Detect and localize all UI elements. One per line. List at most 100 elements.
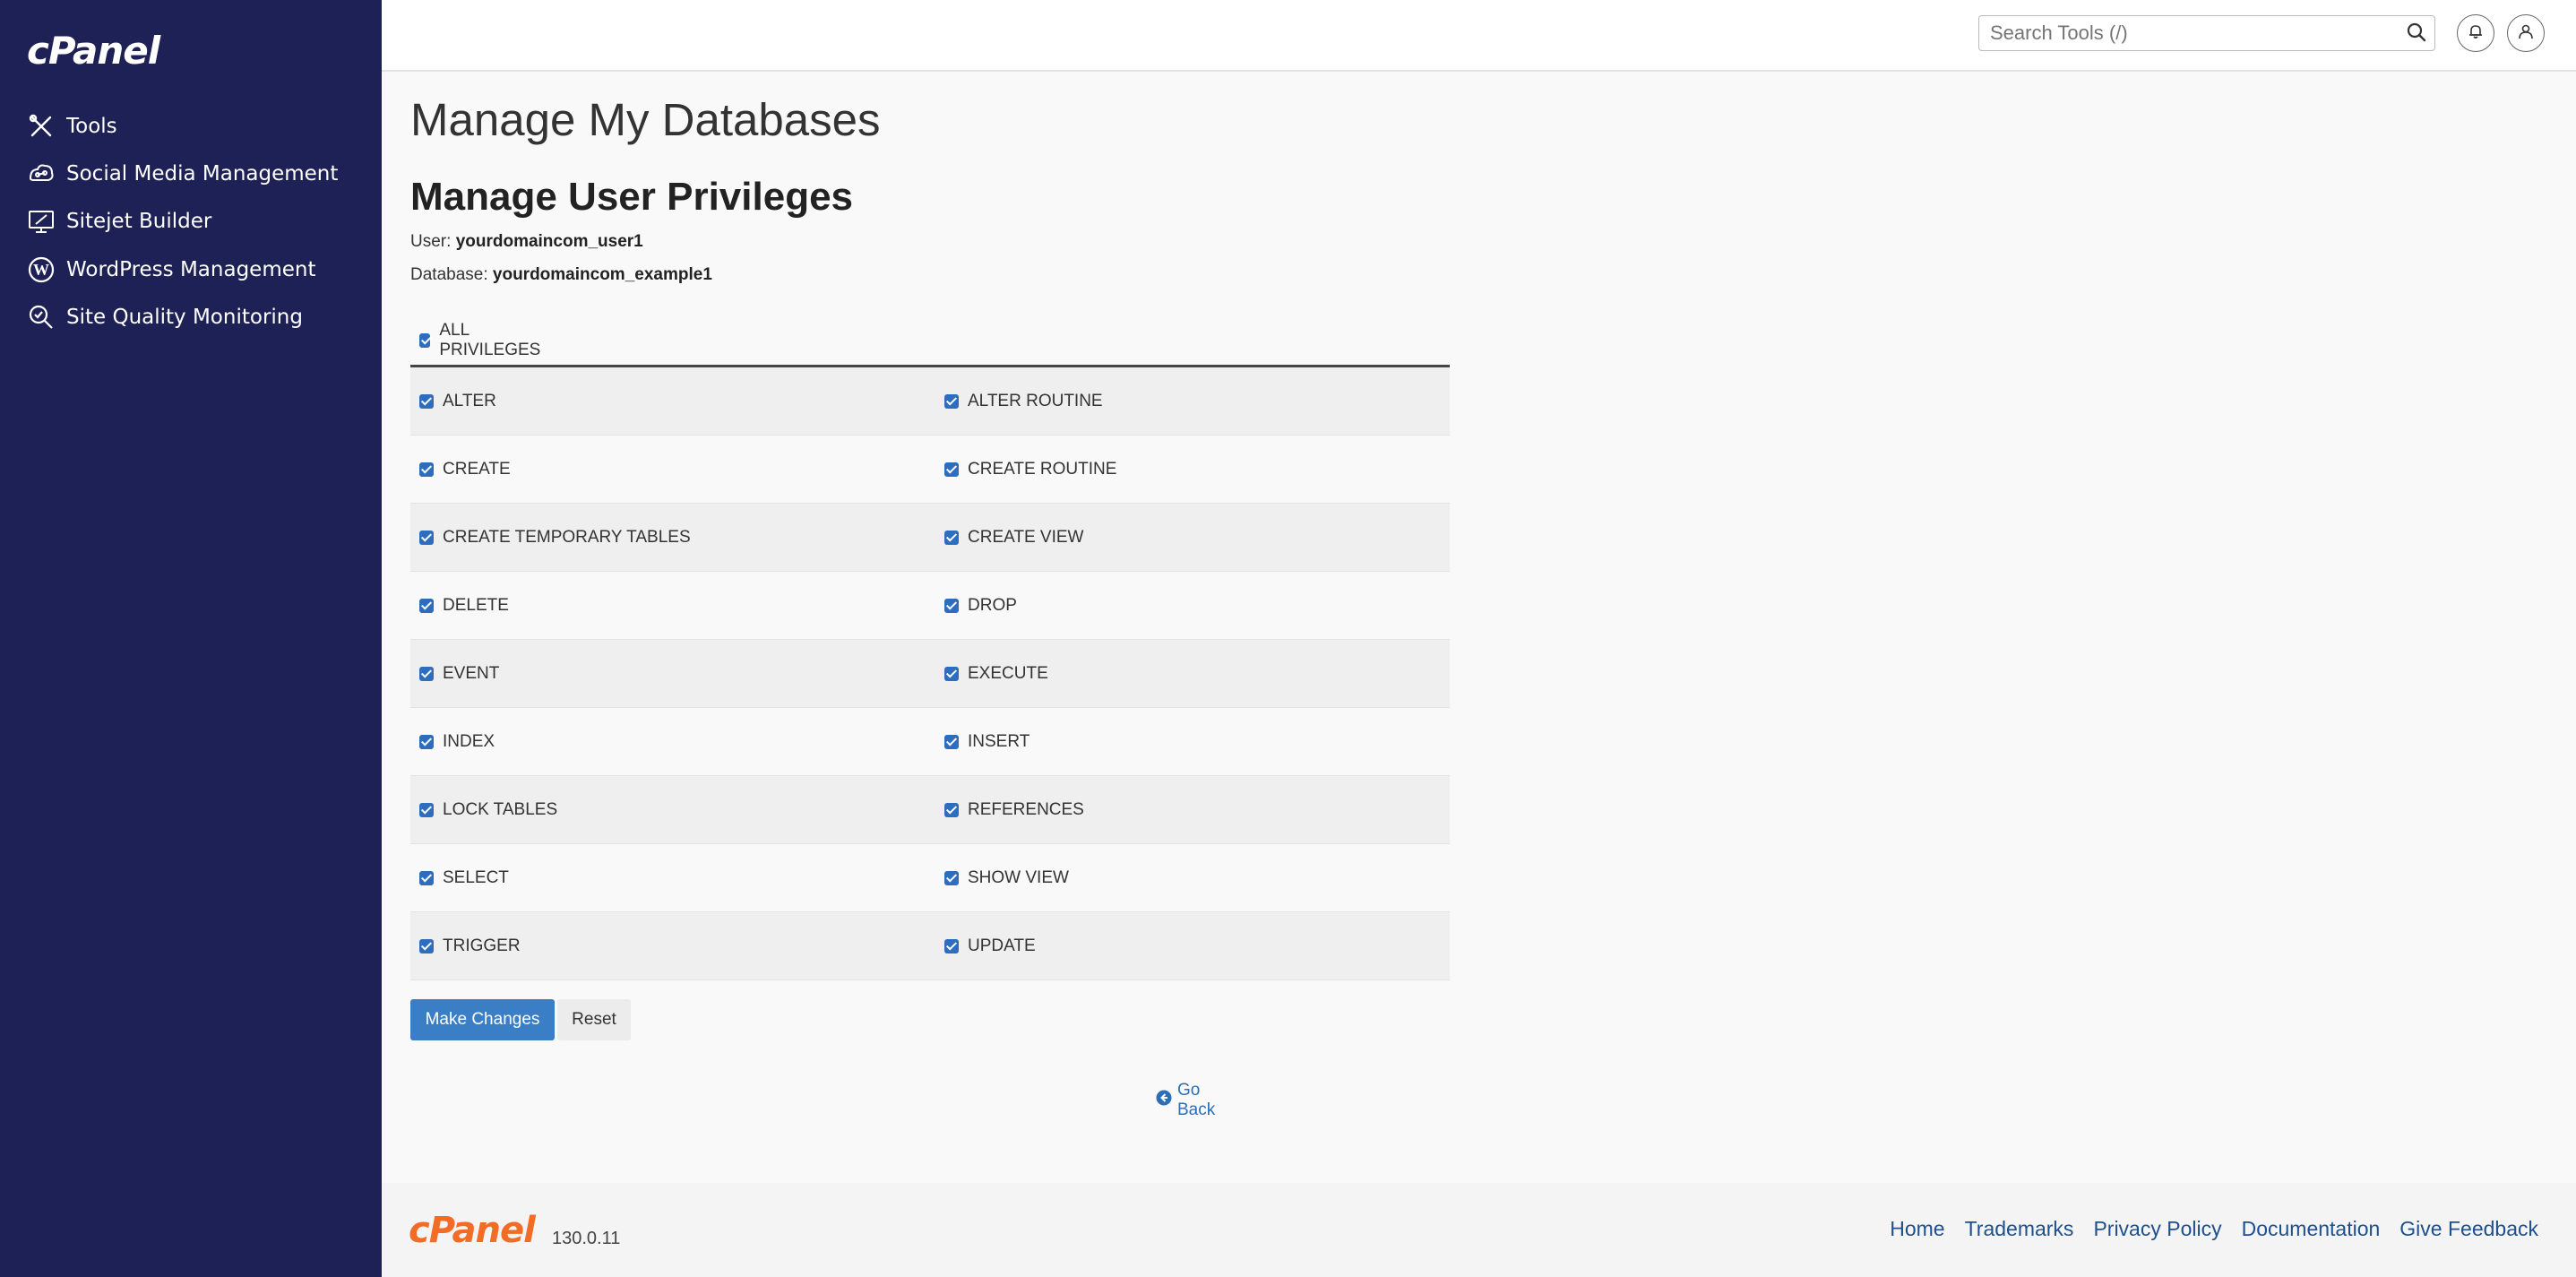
footer-links: Home Trademarks Privacy Policy Documenta… bbox=[1890, 1217, 2538, 1241]
privilege-lock-tables[interactable]: LOCK TABLES bbox=[410, 776, 930, 843]
database-info: Database: yourdomaincom_example1 bbox=[410, 265, 712, 285]
privilege-label: ALTER ROUTINE bbox=[968, 391, 1103, 410]
checkbox-checked[interactable] bbox=[419, 938, 434, 953]
privilege-label: EXECUTE bbox=[968, 663, 1048, 683]
privilege-row: DELETE DROP bbox=[410, 572, 1450, 640]
reset-button[interactable]: Reset bbox=[557, 999, 631, 1040]
privilege-create[interactable]: CREATE bbox=[410, 436, 930, 503]
all-privileges-checkbox[interactable]: ALL PRIVILEGES bbox=[419, 321, 544, 360]
privilege-index[interactable]: INDEX bbox=[410, 708, 930, 775]
sidebar-item-wordpress[interactable]: W WordPress Management bbox=[25, 250, 315, 289]
footer-cpanel-logo[interactable]: cPanel bbox=[409, 1210, 536, 1251]
privilege-row: INDEX INSERT bbox=[410, 708, 1450, 776]
privilege-alter[interactable]: ALTER bbox=[410, 367, 930, 435]
checkbox-checked[interactable] bbox=[944, 938, 959, 953]
privilege-update[interactable]: UPDATE bbox=[930, 912, 1450, 979]
privilege-event[interactable]: EVENT bbox=[410, 640, 930, 707]
footer-link-give-feedback[interactable]: Give Feedback bbox=[2399, 1217, 2538, 1241]
checkbox-checked[interactable] bbox=[419, 598, 434, 613]
search-input[interactable] bbox=[1988, 16, 2386, 50]
checkbox-checked[interactable] bbox=[944, 666, 959, 681]
sidebar: cPanel Tools Social Media Management Sit… bbox=[0, 0, 382, 1277]
cpanel-logo[interactable]: cPanel bbox=[27, 29, 160, 73]
privilege-label: CREATE VIEW bbox=[968, 527, 1084, 547]
sidebar-item-label: Tools bbox=[66, 115, 117, 138]
privilege-label: LOCK TABLES bbox=[443, 799, 558, 819]
privilege-label: CREATE TEMPORARY TABLES bbox=[443, 527, 691, 547]
privilege-row: CREATE CREATE ROUTINE bbox=[410, 436, 1450, 504]
privilege-execute[interactable]: EXECUTE bbox=[930, 640, 1450, 707]
sidebar-item-sitejet[interactable]: Sitejet Builder bbox=[25, 202, 211, 241]
checkbox-checked[interactable] bbox=[419, 393, 434, 409]
privilege-label: ALTER bbox=[443, 391, 496, 410]
privilege-insert[interactable]: INSERT bbox=[930, 708, 1450, 775]
checkbox-checked[interactable] bbox=[944, 530, 959, 545]
database-label: Database: bbox=[410, 265, 488, 284]
svg-text:W: W bbox=[33, 261, 49, 279]
checkbox-checked[interactable] bbox=[419, 530, 434, 545]
social-media-icon bbox=[25, 158, 57, 190]
footer-link-privacy-policy[interactable]: Privacy Policy bbox=[2093, 1217, 2221, 1241]
checkbox-checked[interactable] bbox=[419, 462, 434, 477]
privilege-trigger[interactable]: TRIGGER bbox=[410, 912, 930, 979]
privilege-create-view[interactable]: CREATE VIEW bbox=[930, 504, 1450, 571]
go-back-link[interactable]: Go Back bbox=[1156, 1081, 1215, 1120]
privilege-create-routine[interactable]: CREATE ROUTINE bbox=[930, 436, 1450, 503]
checkbox-checked[interactable] bbox=[419, 333, 431, 348]
privilege-label: INSERT bbox=[968, 731, 1030, 751]
checkbox-checked[interactable] bbox=[419, 802, 434, 817]
checkbox-checked[interactable] bbox=[944, 734, 959, 749]
footer-link-documentation[interactable]: Documentation bbox=[2242, 1217, 2381, 1241]
footer-link-home[interactable]: Home bbox=[1890, 1217, 1944, 1241]
privilege-alter-routine[interactable]: ALTER ROUTINE bbox=[930, 367, 1450, 435]
all-privileges-label: ALL PRIVILEGES bbox=[439, 321, 541, 359]
sidebar-item-label: Social Media Management bbox=[66, 162, 339, 186]
privilege-row: SELECT SHOW VIEW bbox=[410, 844, 1450, 912]
sitejet-icon bbox=[25, 205, 57, 237]
sidebar-item-label: Sitejet Builder bbox=[66, 210, 212, 233]
privilege-show-view[interactable]: SHOW VIEW bbox=[930, 844, 1450, 911]
section-title: Manage User Privileges bbox=[410, 175, 854, 219]
privilege-label: INDEX bbox=[443, 731, 495, 751]
search-box[interactable] bbox=[1978, 15, 2435, 51]
checkbox-checked[interactable] bbox=[419, 666, 434, 681]
user-icon bbox=[2517, 22, 2535, 45]
user-menu-button[interactable] bbox=[2507, 14, 2545, 52]
privilege-create-temporary-tables[interactable]: CREATE TEMPORARY TABLES bbox=[410, 504, 930, 571]
sidebar-item-label: WordPress Management bbox=[66, 258, 316, 281]
checkbox-checked[interactable] bbox=[944, 462, 959, 477]
site-quality-icon bbox=[25, 301, 57, 333]
arrow-left-circle-icon bbox=[1156, 1090, 1172, 1111]
user-label: User: bbox=[410, 232, 452, 251]
privilege-select[interactable]: SELECT bbox=[410, 844, 930, 911]
go-back-label: Go Back bbox=[1177, 1081, 1216, 1119]
checkbox-checked[interactable] bbox=[419, 870, 434, 885]
footer-link-trademarks[interactable]: Trademarks bbox=[1965, 1217, 2074, 1241]
sidebar-item-social-media[interactable]: Social Media Management bbox=[25, 154, 338, 194]
privilege-row: LOCK TABLES REFERENCES bbox=[410, 776, 1450, 844]
user-value: yourdomaincom_user1 bbox=[455, 232, 643, 251]
checkbox-checked[interactable] bbox=[944, 393, 959, 409]
sidebar-item-site-quality[interactable]: Site Quality Monitoring bbox=[25, 298, 303, 337]
page-title: Manage My Databases bbox=[410, 94, 881, 145]
privilege-drop[interactable]: DROP bbox=[930, 572, 1450, 639]
privilege-label: EVENT bbox=[443, 663, 500, 683]
footer: cPanel 130.0.11 Home Trademarks Privacy … bbox=[382, 1183, 2576, 1277]
sidebar-item-tools[interactable]: Tools bbox=[25, 107, 117, 146]
privilege-row: TRIGGER UPDATE bbox=[410, 912, 1450, 980]
privilege-row: CREATE TEMPORARY TABLES CREATE VIEW bbox=[410, 504, 1450, 572]
privilege-references[interactable]: REFERENCES bbox=[930, 776, 1450, 843]
notifications-button[interactable] bbox=[2457, 14, 2494, 52]
checkbox-checked[interactable] bbox=[419, 734, 434, 749]
privilege-label: CREATE ROUTINE bbox=[968, 459, 1117, 479]
privilege-label: SHOW VIEW bbox=[968, 867, 1069, 887]
tools-icon bbox=[25, 110, 57, 142]
checkbox-checked[interactable] bbox=[944, 802, 959, 817]
checkbox-checked[interactable] bbox=[944, 870, 959, 885]
search-icon[interactable] bbox=[2406, 22, 2427, 47]
make-changes-button[interactable]: Make Changes bbox=[410, 999, 555, 1040]
checkbox-checked[interactable] bbox=[944, 598, 959, 613]
privilege-label: DROP bbox=[968, 595, 1017, 615]
privilege-delete[interactable]: DELETE bbox=[410, 572, 930, 639]
bell-icon bbox=[2467, 22, 2485, 45]
